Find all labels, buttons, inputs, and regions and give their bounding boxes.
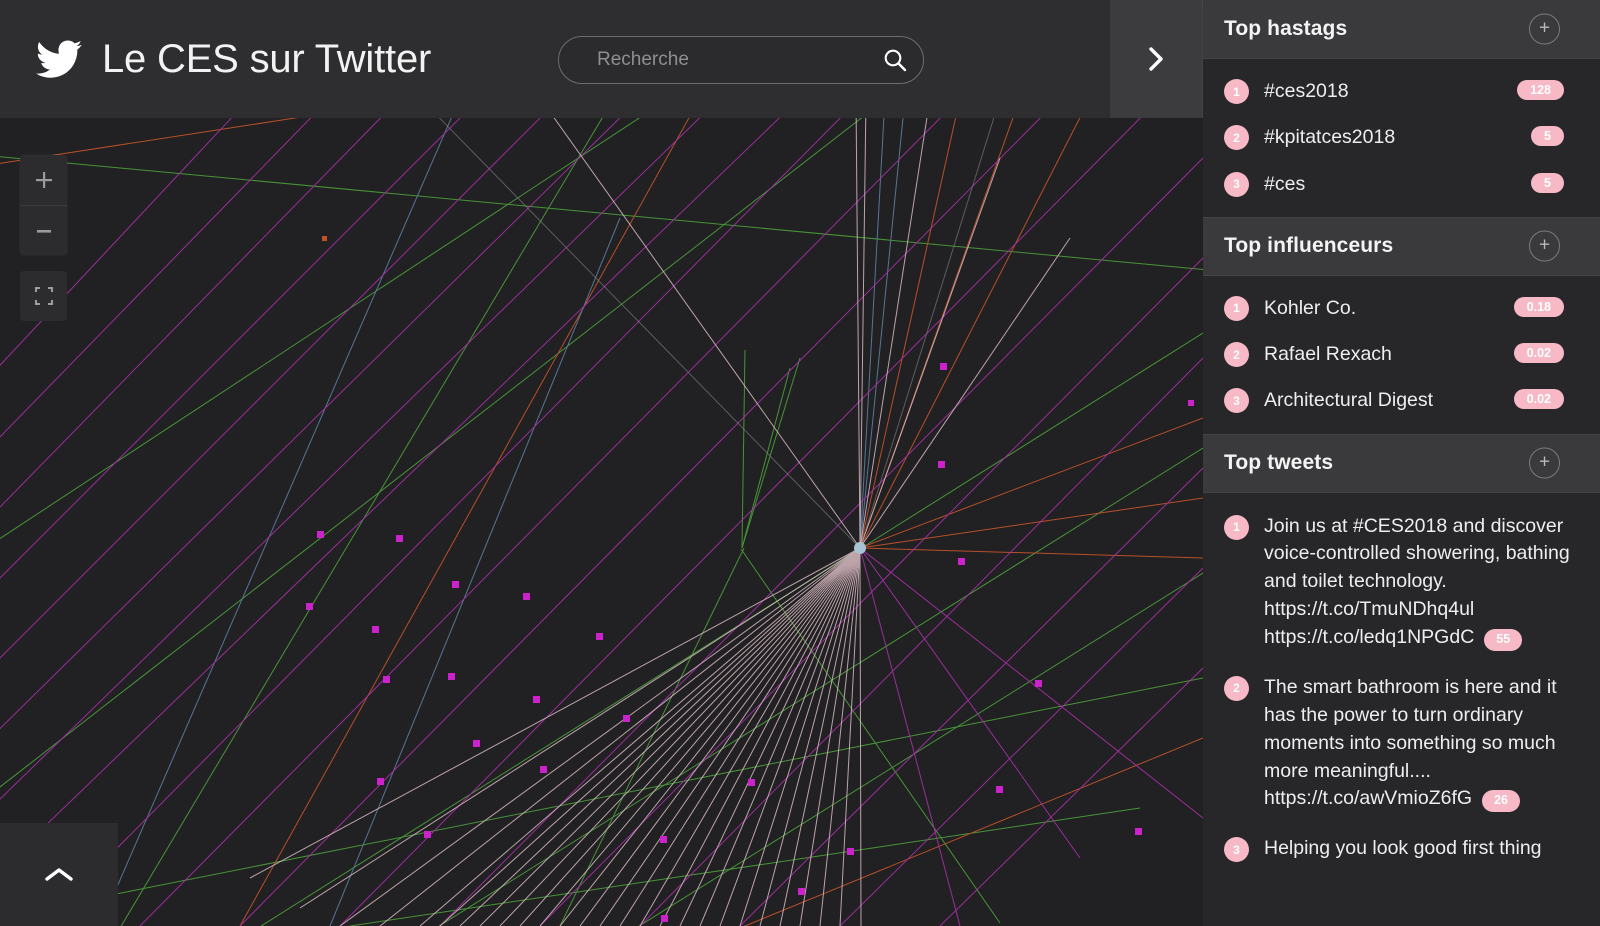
- count-badge: 26: [1482, 790, 1520, 813]
- network-graph-canvas[interactable]: [0, 118, 1203, 926]
- plus-icon: +: [1538, 234, 1551, 256]
- list-item[interactable]: 1 Kohler Co. 0.18: [1203, 285, 1600, 331]
- list-item-label: Architectural Digest: [1264, 389, 1434, 412]
- zoom-out-button[interactable]: [20, 205, 67, 255]
- list-item-label: Rafael Rexach: [1264, 343, 1392, 366]
- add-influencer-button[interactable]: +: [1529, 230, 1560, 262]
- list-item[interactable]: 3 Architectural Digest 0.02: [1203, 377, 1600, 423]
- section-title: Top tweets: [1224, 451, 1334, 475]
- section-header-top-tweets: Top tweets +: [1203, 433, 1600, 493]
- rank-badge: 1: [1224, 514, 1249, 540]
- section-header-top-hashtags: Top hastags +: [1203, 0, 1600, 59]
- brand: Le CES sur Twitter: [0, 36, 431, 82]
- insights-sidebar: Top hastags + 1 #ces2018 128 2 #kpitatce…: [1203, 0, 1600, 926]
- search-box[interactable]: [558, 36, 924, 84]
- list-item[interactable]: 3 #ces 5: [1203, 161, 1600, 207]
- section-body-top-influencers: 1 Kohler Co. 0.18 2 Rafael Rexach 0.02 3…: [1203, 276, 1600, 434]
- list-item-label: #ces2018: [1264, 80, 1349, 102]
- plus-icon: [35, 172, 52, 188]
- tweet-text: The smart bathroom is here and it has th…: [1249, 674, 1576, 813]
- score-badge: 0.02: [1513, 389, 1564, 410]
- fullscreen-icon: [34, 286, 53, 306]
- zoom-controls: [20, 155, 67, 255]
- page-title: Le CES sur Twitter: [102, 36, 432, 81]
- sidebar-toggle-button[interactable]: [1110, 0, 1203, 118]
- count-badge: 5: [1531, 172, 1564, 193]
- search-icon: [884, 49, 907, 72]
- list-item[interactable]: 1 Join us at #CES2018 and discover voice…: [1203, 502, 1600, 663]
- rank-badge: 2: [1224, 125, 1249, 151]
- chevron-up-icon: [45, 867, 73, 881]
- rank-badge: 3: [1224, 837, 1249, 863]
- tweet-body: The smart bathroom is here and it has th…: [1264, 675, 1557, 810]
- rank-badge: 1: [1224, 295, 1249, 321]
- minus-icon: [36, 229, 51, 233]
- app-root: Le CES sur Twitter Top hastags +: [0, 0, 1600, 926]
- list-item[interactable]: 2 Rafael Rexach 0.02: [1203, 331, 1600, 377]
- list-item[interactable]: 3 Helping you look good first thing: [1203, 824, 1600, 874]
- plus-icon: +: [1538, 17, 1551, 39]
- fit-to-screen-button[interactable]: [20, 271, 67, 321]
- tweet-text: Helping you look good first thing: [1249, 835, 1576, 863]
- tweet-body: Helping you look good first thing: [1264, 837, 1542, 860]
- twitter-bird-icon: [36, 40, 82, 78]
- section-title: Top hastags: [1224, 17, 1348, 40]
- bottom-drawer-toggle[interactable]: [0, 823, 118, 926]
- tweet-text: Join us at #CES2018 and discover voice-c…: [1249, 513, 1576, 652]
- list-item-label: #ces: [1264, 172, 1306, 195]
- list-item-label: #kpitatces2018: [1264, 126, 1396, 149]
- rank-badge: 2: [1224, 675, 1249, 701]
- search-input[interactable]: [559, 37, 867, 83]
- count-badge: 128: [1517, 80, 1564, 100]
- section-title: Top influenceurs: [1224, 234, 1394, 258]
- list-item[interactable]: 2 The smart bathroom is here and it has …: [1203, 663, 1600, 824]
- section-body-top-tweets: 1 Join us at #CES2018 and discover voice…: [1203, 493, 1600, 885]
- count-badge: 55: [1484, 629, 1523, 651]
- add-tweet-button[interactable]: +: [1529, 447, 1560, 479]
- graph-svg: [0, 118, 1203, 926]
- score-badge: 0.02: [1513, 343, 1564, 364]
- list-item[interactable]: 2 #kpitatces2018 5: [1203, 114, 1600, 160]
- zoom-in-button[interactable]: [20, 155, 67, 205]
- section-body-top-hashtags: 1 #ces2018 128 2 #kpitatces2018 5 3 #ces…: [1203, 59, 1600, 217]
- search-button[interactable]: [867, 37, 923, 83]
- rank-badge: 2: [1224, 342, 1249, 368]
- plus-icon: +: [1538, 451, 1551, 473]
- tweet-body: Join us at #CES2018 and discover voice-c…: [1264, 514, 1570, 649]
- chevron-right-icon: [1149, 47, 1163, 71]
- add-hashtag-button[interactable]: +: [1529, 13, 1560, 45]
- rank-badge: 3: [1224, 171, 1249, 197]
- score-badge: 0.18: [1513, 296, 1564, 317]
- list-item-label: Kohler Co.: [1264, 296, 1357, 319]
- rank-badge: 3: [1224, 388, 1249, 414]
- count-badge: 5: [1531, 126, 1564, 147]
- section-header-top-influencers: Top influenceurs +: [1203, 216, 1600, 276]
- list-item[interactable]: 1 #ces2018 128: [1203, 68, 1600, 114]
- rank-badge: 1: [1224, 79, 1249, 104]
- top-bar: Le CES sur Twitter: [0, 0, 1133, 118]
